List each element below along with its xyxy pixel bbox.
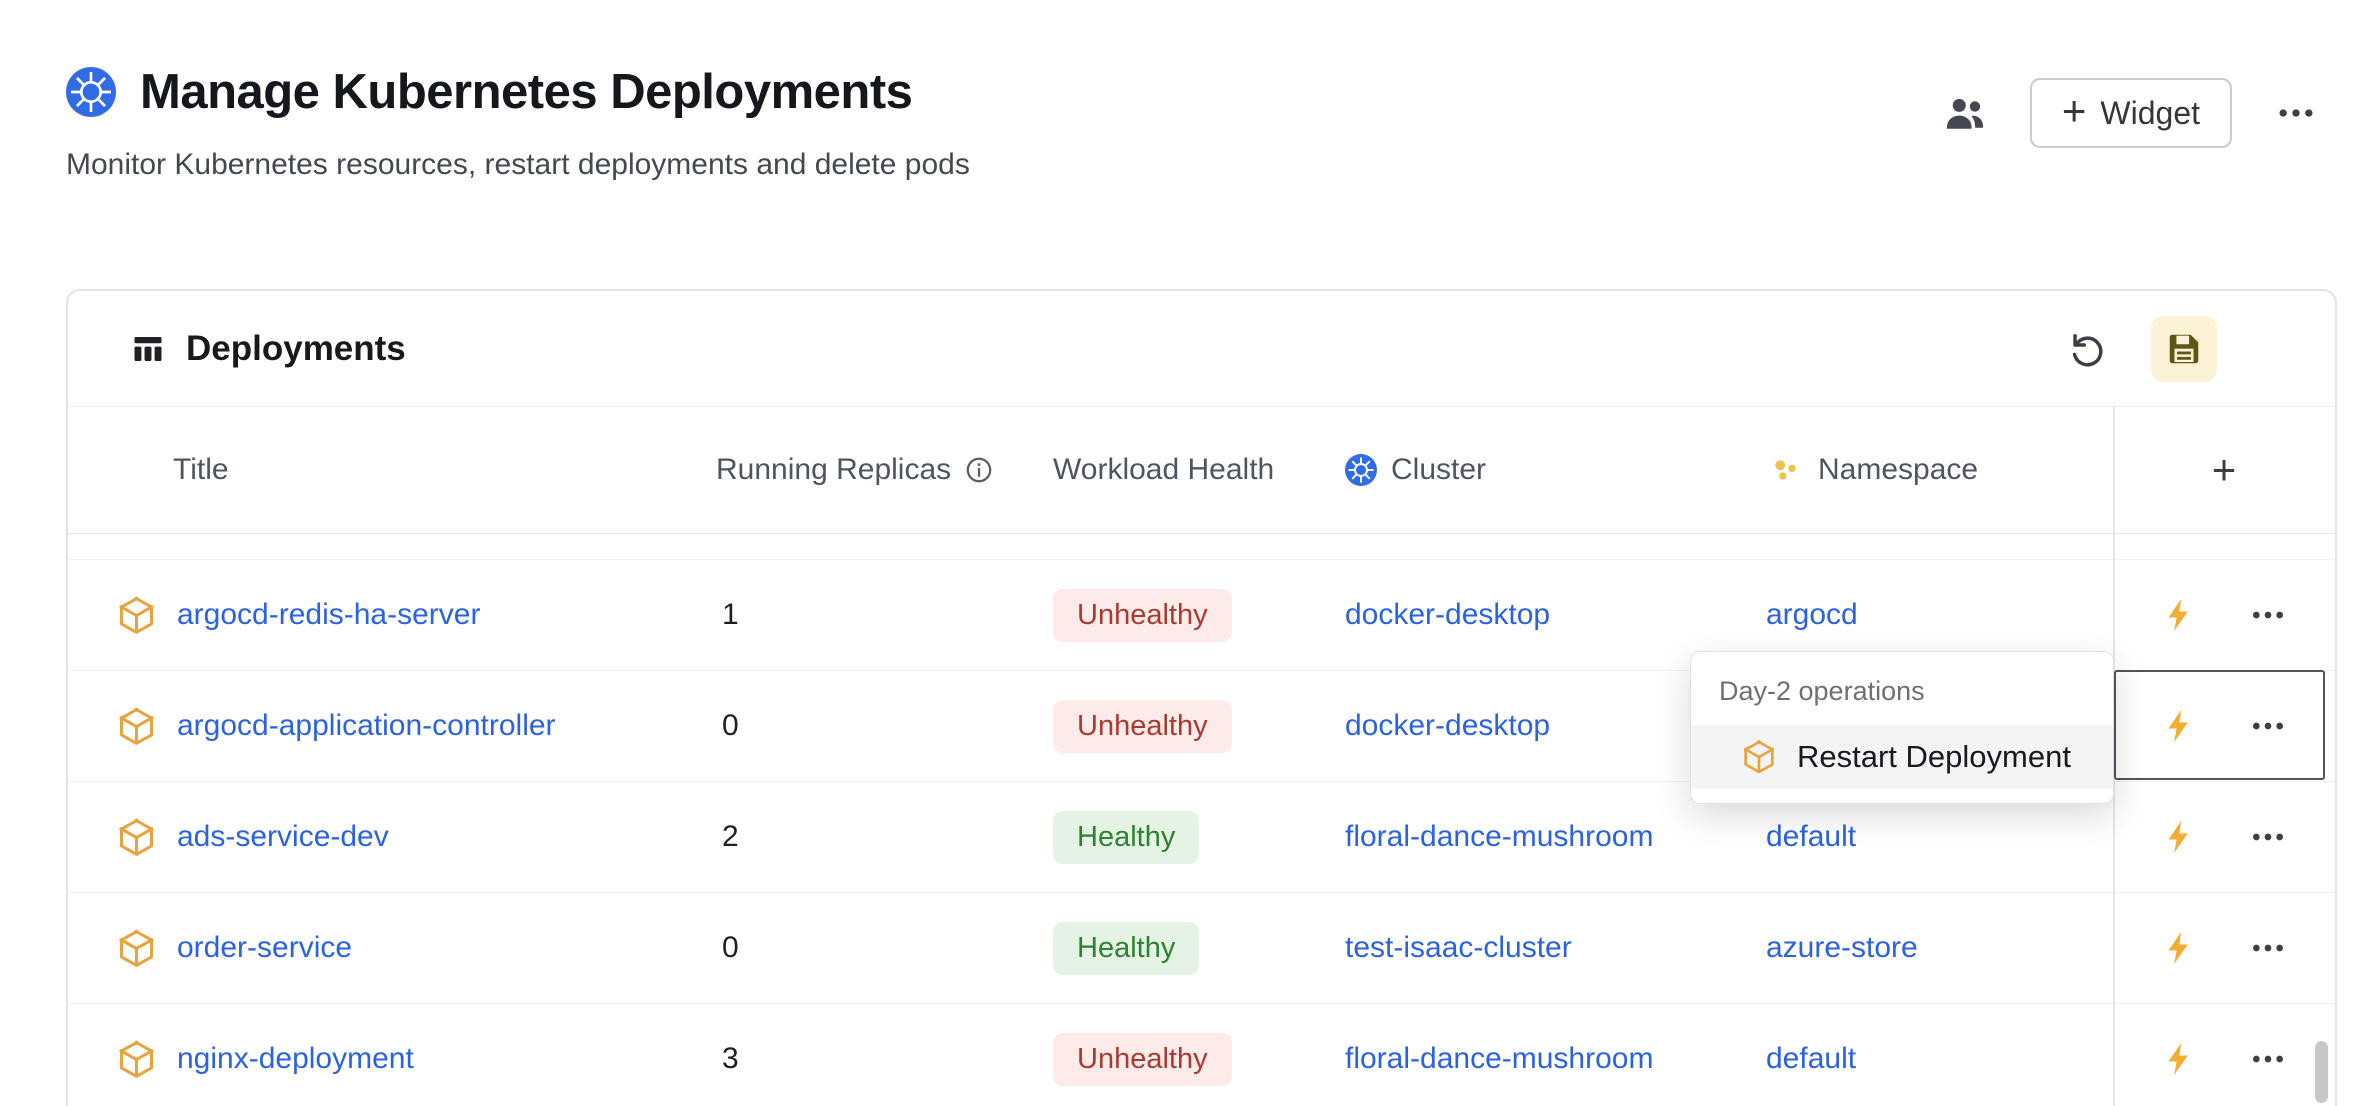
kubernetes-logo-icon: [66, 67, 116, 117]
column-label-namespace: Namespace: [1818, 453, 1978, 487]
table-header-row: Title Running Replicas Workload Health: [68, 407, 2335, 534]
lightning-icon: [2160, 815, 2198, 859]
replicas-value: 3: [716, 1042, 1053, 1076]
plus-icon: +: [2062, 90, 2087, 132]
panel-header: Deployments: [68, 291, 2335, 407]
add-column-plus-icon: +: [2212, 446, 2237, 494]
namespace-link[interactable]: default: [1766, 1042, 1856, 1075]
deployment-cube-icon: [114, 815, 159, 860]
table-row: order-service 0 Healthy test-isaac-clust…: [68, 893, 2335, 1004]
vertical-scrollbar-thumb[interactable]: [2315, 1041, 2328, 1103]
partial-row: [68, 534, 2335, 560]
namespace-link[interactable]: argocd: [1766, 598, 1858, 631]
ellipsis-icon: [2248, 928, 2288, 968]
info-icon[interactable]: [965, 456, 993, 484]
row-menu-button[interactable]: [2248, 595, 2288, 635]
run-action-button[interactable]: [2160, 593, 2198, 637]
namespace-dots-icon: [1766, 451, 1804, 489]
replicas-value: 1: [716, 598, 1053, 632]
deployment-title-link[interactable]: argocd-redis-ha-server: [177, 598, 480, 632]
health-badge: Unhealthy: [1053, 1033, 1232, 1086]
run-action-button[interactable]: [2160, 704, 2198, 748]
health-badge: Unhealthy: [1053, 700, 1232, 753]
cluster-link[interactable]: docker-desktop: [1345, 598, 1550, 631]
namespace-link[interactable]: azure-store: [1766, 931, 1918, 964]
ellipsis-icon: [2248, 595, 2288, 635]
cluster-link[interactable]: floral-dance-mushroom: [1345, 1042, 1653, 1075]
deployment-cube-icon: [114, 1037, 159, 1082]
column-label-health: Workload Health: [1053, 453, 1274, 487]
column-header-title[interactable]: Title: [68, 453, 716, 487]
panel-title: Deployments: [186, 329, 406, 369]
row-menu-button[interactable]: [2248, 1039, 2288, 1079]
namespace-link[interactable]: default: [1766, 820, 1856, 853]
replicas-value: 0: [716, 931, 1053, 965]
lightning-icon: [2160, 593, 2198, 637]
users-icon: [1942, 90, 1988, 136]
ellipsis-icon: [2248, 706, 2288, 746]
table-icon: [130, 331, 166, 367]
save-icon: [2165, 330, 2203, 368]
health-badge: Unhealthy: [1053, 589, 1232, 642]
popup-title: Day-2 operations: [1691, 652, 2113, 725]
lightning-icon: [2160, 1037, 2198, 1081]
screen: Manage Kubernetes Deployments Monitor Ku…: [0, 0, 2354, 1106]
run-action-button[interactable]: [2160, 815, 2198, 859]
add-widget-button[interactable]: + Widget: [2030, 78, 2232, 148]
page-more-options-button[interactable]: [2274, 91, 2318, 135]
deployment-title-link[interactable]: nginx-deployment: [177, 1042, 414, 1076]
add-column-button[interactable]: +: [2113, 446, 2335, 494]
column-label-title: Title: [173, 453, 229, 487]
ellipsis-icon: [2248, 817, 2288, 857]
row-menu-button[interactable]: [2248, 928, 2288, 968]
table-row: nginx-deployment 3 Unhealthy floral-danc…: [68, 1004, 2335, 1106]
restart-deployment-menu-item[interactable]: Restart Deployment: [1691, 725, 2113, 789]
health-badge: Healthy: [1053, 811, 1199, 864]
save-button[interactable]: [2151, 316, 2217, 382]
deployment-cube-icon: [1739, 737, 1779, 777]
column-header-cluster[interactable]: Cluster: [1345, 453, 1766, 487]
column-label-replicas: Running Replicas: [716, 453, 951, 487]
ellipsis-icon: [2248, 1039, 2288, 1079]
deployment-title-link[interactable]: ads-service-dev: [177, 820, 389, 854]
replicas-value: 2: [716, 820, 1053, 854]
replicas-value: 0: [716, 709, 1053, 743]
users-button[interactable]: [1942, 90, 1988, 136]
deployment-title-link[interactable]: argocd-application-controller: [177, 709, 556, 743]
deployment-cube-icon: [114, 593, 159, 638]
lightning-icon: [2160, 926, 2198, 970]
header-actions: + Widget: [1942, 78, 2318, 148]
run-action-button[interactable]: [2160, 1037, 2198, 1081]
row-menu-button[interactable]: [2248, 817, 2288, 857]
deployment-title-link[interactable]: order-service: [177, 931, 352, 965]
reset-button[interactable]: [2067, 328, 2109, 370]
cluster-link[interactable]: floral-dance-mushroom: [1345, 820, 1653, 853]
kubernetes-cluster-icon: [1345, 454, 1377, 486]
run-action-button[interactable]: [2160, 926, 2198, 970]
column-label-cluster: Cluster: [1391, 453, 1486, 487]
deployment-cube-icon: [114, 926, 159, 971]
undo-icon: [2067, 328, 2109, 370]
page-subtitle: Monitor Kubernetes resources, restart de…: [66, 148, 970, 182]
ellipsis-icon: [2274, 91, 2318, 135]
lightning-icon: [2160, 704, 2198, 748]
health-badge: Healthy: [1053, 922, 1199, 975]
page-title: Manage Kubernetes Deployments: [140, 64, 912, 120]
cluster-link[interactable]: docker-desktop: [1345, 709, 1550, 742]
add-widget-label: Widget: [2100, 95, 2200, 132]
column-header-replicas[interactable]: Running Replicas: [716, 453, 1053, 487]
day2-operations-popup: Day-2 operations Restart Deployment: [1690, 651, 2114, 804]
row-menu-button[interactable]: [2248, 706, 2288, 746]
restart-deployment-label: Restart Deployment: [1797, 739, 2071, 775]
page-header: Manage Kubernetes Deployments Monitor Ku…: [66, 64, 970, 182]
column-header-health[interactable]: Workload Health: [1053, 453, 1345, 487]
deployment-cube-icon: [114, 704, 159, 749]
cluster-link[interactable]: test-isaac-cluster: [1345, 931, 1572, 964]
column-header-namespace[interactable]: Namespace: [1766, 451, 2113, 489]
